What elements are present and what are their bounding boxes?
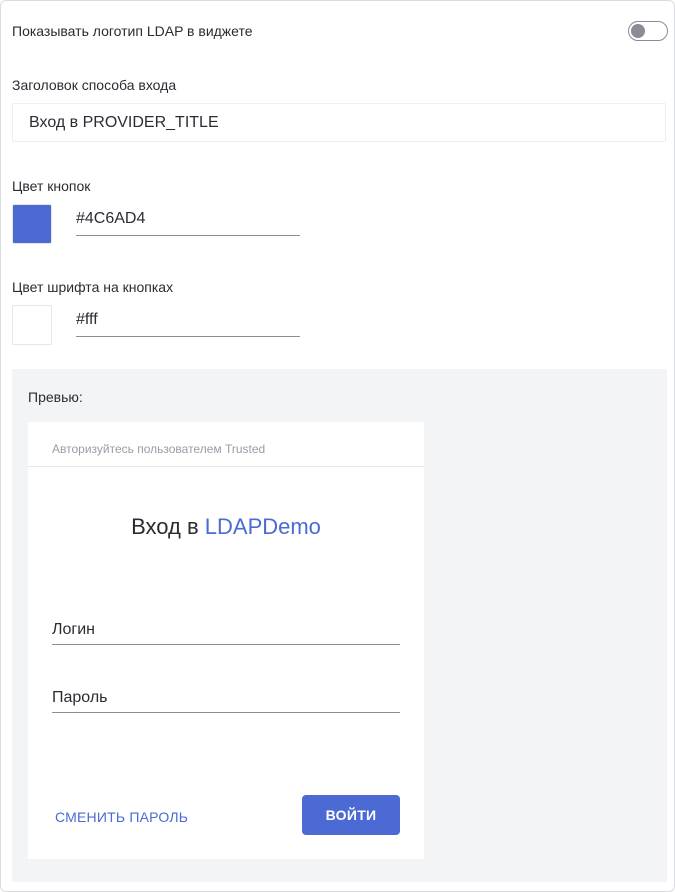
font-color-input[interactable] xyxy=(76,304,300,336)
preview-login-input[interactable] xyxy=(52,618,400,642)
toggle-knob xyxy=(631,24,645,38)
preview-password-input[interactable] xyxy=(52,686,400,710)
preview-hint: Авторизуйтесь пользователем Trusted xyxy=(52,442,266,456)
preview-label: Превью: xyxy=(28,389,83,405)
preview-title: Вход в LDAPDemo xyxy=(28,514,424,540)
button-color-swatch[interactable] xyxy=(12,204,52,244)
button-color-field[interactable] xyxy=(76,203,300,236)
ldap-settings-panel: Показывать логотип LDAP в виджете Заголо… xyxy=(0,0,675,892)
preview-provider-name: LDAPDemo xyxy=(204,514,321,539)
login-title-input[interactable] xyxy=(12,103,666,142)
font-color-field[interactable] xyxy=(76,304,300,337)
logo-toggle-label: Показывать логотип LDAP в виджете xyxy=(12,23,253,39)
logo-toggle-switch[interactable] xyxy=(628,21,668,41)
font-color-swatch[interactable] xyxy=(12,305,52,345)
preview-login-field[interactable] xyxy=(52,618,400,645)
font-color-label: Цвет шрифта на кнопках xyxy=(12,279,174,295)
button-color-label: Цвет кнопок xyxy=(12,178,91,194)
preview-password-field[interactable] xyxy=(52,686,400,713)
preview-area: Превью: Авторизуйтесь пользователем Trus… xyxy=(12,369,667,882)
login-title-label: Заголовок способа входа xyxy=(12,77,177,93)
card-divider xyxy=(28,466,424,467)
preview-login-card: Авторизуйтесь пользователем Trusted Вход… xyxy=(28,422,424,859)
button-color-input[interactable] xyxy=(76,203,300,235)
preview-title-prefix: Вход в xyxy=(131,514,199,539)
change-password-link[interactable]: СМЕНИТЬ ПАРОЛЬ xyxy=(55,809,188,825)
logo-toggle-row: Показывать логотип LDAP в виджете xyxy=(12,21,668,43)
login-button[interactable]: ВОЙТИ xyxy=(302,795,400,835)
